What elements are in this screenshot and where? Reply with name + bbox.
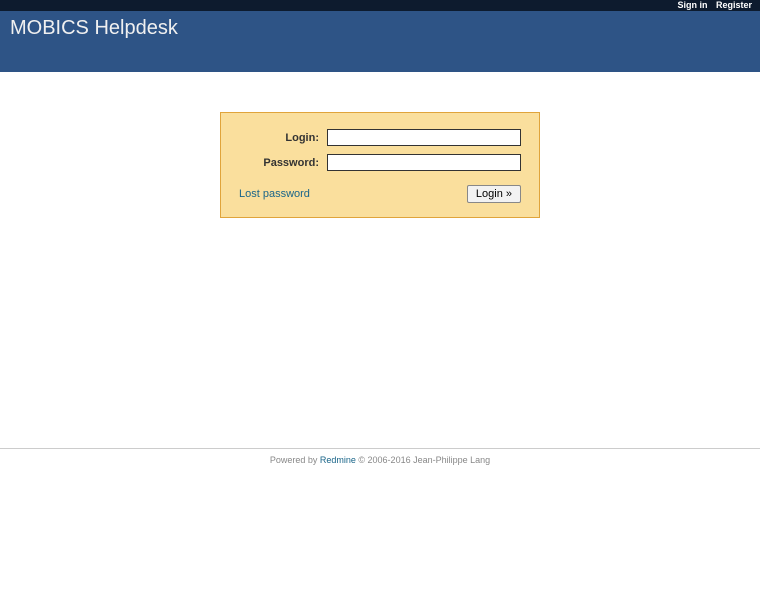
login-input[interactable]	[327, 129, 521, 146]
header: MOBICS Helpdesk	[0, 11, 760, 72]
sign-in-link[interactable]: Sign in	[677, 0, 707, 10]
login-label: Login:	[239, 132, 327, 144]
footer-copyright: © 2006-2016 Jean-Philippe Lang	[356, 455, 490, 465]
login-button[interactable]: Login »	[467, 185, 521, 203]
login-actions: Lost password Login »	[239, 185, 521, 203]
password-input[interactable]	[327, 154, 521, 171]
login-row-password: Password:	[239, 154, 521, 171]
top-menu: Sign in Register	[0, 0, 760, 11]
footer-powered-by: Powered by	[270, 455, 320, 465]
register-link[interactable]: Register	[716, 0, 752, 10]
login-form: Login: Password: Lost password Login »	[220, 112, 540, 218]
page-title: MOBICS Helpdesk	[10, 17, 750, 40]
content: Login: Password: Lost password Login »	[0, 72, 760, 218]
login-row-username: Login:	[239, 129, 521, 146]
footer: Powered by Redmine © 2006-2016 Jean-Phil…	[0, 448, 760, 465]
redmine-link[interactable]: Redmine	[320, 455, 356, 465]
lost-password-link[interactable]: Lost password	[239, 188, 310, 200]
password-label: Password:	[239, 157, 327, 169]
